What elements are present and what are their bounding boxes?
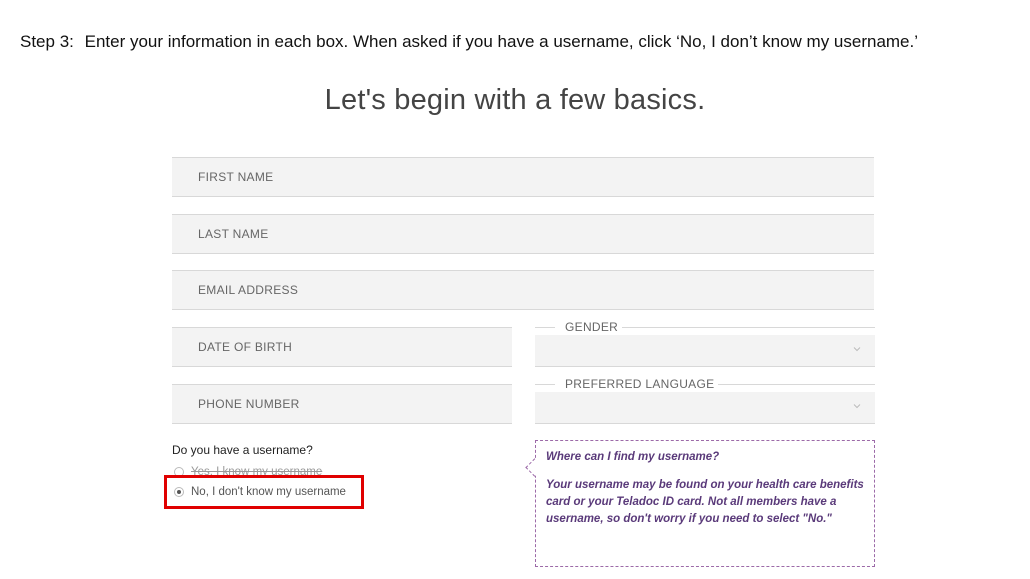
- tooltip-heading: Where can I find my username?: [546, 451, 720, 463]
- tooltip-body: Your username may be found on your healt…: [546, 479, 864, 525]
- date-of-birth-input[interactable]: [172, 328, 512, 366]
- gender-legend-line-right: [621, 327, 875, 328]
- phone-field-wrapper: [172, 384, 512, 424]
- username-question: Do you have a username?: [172, 443, 313, 457]
- email-field-wrapper: [172, 270, 874, 310]
- language-legend-line-right: [705, 384, 875, 385]
- language-legend-line-left: [535, 384, 555, 385]
- dob-field-wrapper: [172, 327, 512, 367]
- preferred-language-label: PREFERRED LANGUAGE: [561, 377, 719, 391]
- gender-label: GENDER: [561, 320, 623, 334]
- gender-select-box: [535, 335, 875, 367]
- email-input[interactable]: [172, 271, 874, 309]
- language-select-box: [535, 392, 875, 424]
- last-name-field-wrapper: [172, 214, 874, 254]
- chevron-down-icon: [853, 347, 861, 352]
- last-name-input[interactable]: [172, 215, 874, 253]
- chevron-down-icon: [853, 404, 861, 409]
- instruction-text: Step 3: Enter your information in each b…: [20, 32, 918, 52]
- username-help-tooltip: Where can I find my username? Your usern…: [525, 440, 875, 567]
- step-label: Step 3:: [20, 32, 74, 51]
- gender-select[interactable]: GENDER: [535, 320, 875, 367]
- preferred-language-select[interactable]: PREFERRED LANGUAGE: [535, 377, 875, 424]
- first-name-input[interactable]: [172, 158, 874, 196]
- gender-legend-line-left: [535, 327, 555, 328]
- first-name-field-wrapper: [172, 157, 874, 197]
- step-instruction: Enter your information in each box. When…: [84, 32, 919, 51]
- page-title: Let's begin with a few basics.: [324, 84, 706, 116]
- highlight-box: [164, 475, 364, 509]
- tooltip-arrow: [525, 458, 544, 477]
- phone-number-input[interactable]: [172, 385, 512, 423]
